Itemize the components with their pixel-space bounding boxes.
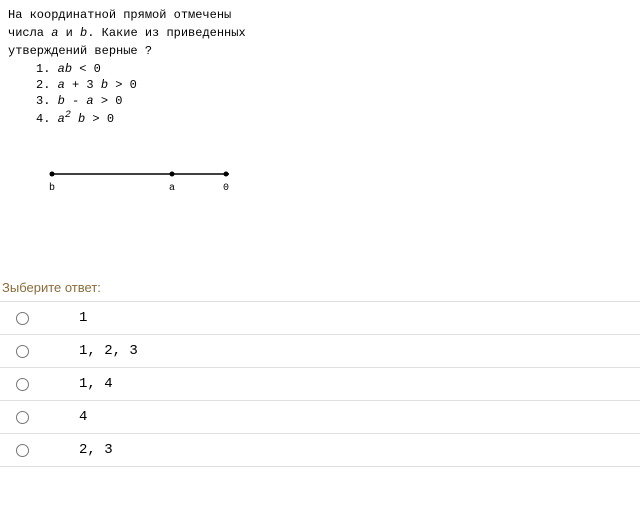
option-row[interactable]: 2, 3 [0, 433, 640, 467]
exponent: 2 [65, 110, 71, 121]
option-label: 1 [79, 310, 87, 326]
var-a: a [86, 94, 93, 108]
option-radio[interactable] [16, 312, 29, 325]
options-list: 1 1, 2, 3 1, 4 4 2, 3 [0, 301, 640, 467]
stmt-op: + 3 [65, 78, 101, 92]
var-b: b [58, 94, 65, 108]
question-line-3: утверждений верные ? [8, 42, 632, 60]
stmt-op: > 0 [85, 112, 114, 126]
option-radio[interactable] [16, 411, 29, 424]
option-label: 1, 2, 3 [79, 343, 138, 359]
option-radio[interactable] [16, 345, 29, 358]
label-0: 0 [223, 183, 229, 194]
stmt-op: - [65, 94, 87, 108]
label-a: a [169, 183, 175, 194]
number-line-diagram: b a 0 [44, 166, 632, 200]
number-line-svg: b a 0 [44, 166, 244, 196]
stmt-op: > 0 [94, 94, 123, 108]
text-frag: числа [8, 26, 51, 40]
answer-prompt: Зыберите ответ: [0, 280, 640, 295]
option-row[interactable]: 1, 4 [0, 367, 640, 400]
stmt-num: 2. [36, 78, 58, 92]
statements-list: 1. ab < 0 2. a + 3 b > 0 3. b - a > 0 4.… [8, 62, 632, 126]
option-label: 1, 4 [79, 376, 113, 392]
option-radio[interactable] [16, 444, 29, 457]
question-text: На координатной прямой отмечены числа a … [8, 6, 632, 60]
statement-3: 3. b - a > 0 [36, 94, 632, 108]
var-b: b [101, 78, 108, 92]
stmt-num: 3. [36, 94, 58, 108]
option-row[interactable]: 4 [0, 400, 640, 433]
statement-1: 1. ab < 0 [36, 62, 632, 76]
var-a: a [58, 78, 65, 92]
option-row[interactable]: 1, 2, 3 [0, 334, 640, 367]
stmt-op: > 0 [108, 78, 137, 92]
point-b-dot [50, 172, 55, 177]
statement-4: 4. a2 b > 0 [36, 110, 632, 126]
stmt-num: 1. [36, 62, 58, 76]
statement-2: 2. a + 3 b > 0 [36, 78, 632, 92]
label-b: b [49, 182, 55, 194]
option-radio[interactable] [16, 378, 29, 391]
question-block: На координатной прямой отмечены числа a … [0, 0, 640, 200]
var-b: b [65, 62, 72, 76]
question-line-2: числа a и b. Какие из приведенных [8, 24, 632, 42]
space [71, 112, 78, 126]
stmt-num: 4. [36, 112, 58, 126]
option-row[interactable]: 1 [0, 301, 640, 334]
option-label: 2, 3 [79, 442, 113, 458]
option-label: 4 [79, 409, 87, 425]
text-frag: и [58, 26, 80, 40]
var-a: a [58, 62, 65, 76]
question-line-1: На координатной прямой отмечены [8, 6, 632, 24]
point-0-dot [224, 172, 229, 177]
stmt-op: < 0 [72, 62, 101, 76]
text-frag: . Какие из приведенных [87, 26, 245, 40]
var-a: a [58, 112, 65, 126]
point-a-dot [170, 172, 175, 177]
